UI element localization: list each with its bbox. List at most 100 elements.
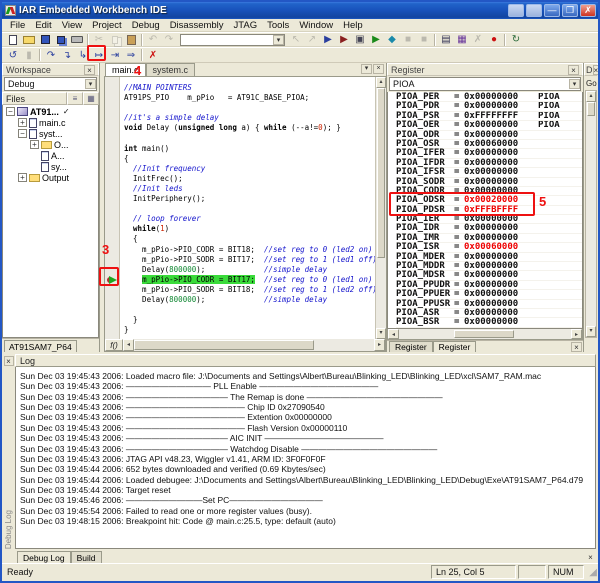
register-name: PIOA_MDDR	[396, 262, 454, 270]
menu-item-debug[interactable]: Debug	[127, 20, 165, 31]
debug-without-downloading-icon[interactable]: ↻	[508, 33, 524, 46]
log-tab-debug-log[interactable]: Debug Log	[17, 551, 71, 563]
menu-item-help[interactable]: Help	[338, 20, 368, 31]
chevron-down-icon[interactable]: ▾	[569, 79, 580, 89]
status-column-icon[interactable]: ▦	[83, 92, 99, 105]
tree-expander-icon[interactable]: +	[18, 118, 27, 127]
scroll-right-icon[interactable]: ▸	[374, 339, 385, 351]
toggle-breakpoint-icon[interactable]: ●	[486, 33, 502, 46]
scrollbar-thumb[interactable]	[134, 340, 314, 350]
step-into-icon[interactable]: ↴	[59, 49, 75, 62]
editor-vertical-scrollbar[interactable]: ▴ ▾	[375, 77, 386, 339]
project-tab[interactable]: AT91SAM7_P64	[4, 340, 77, 352]
tree-expander-icon[interactable]: −	[18, 129, 27, 138]
editor-tab-system-c[interactable]: system.c	[146, 63, 196, 76]
tree-item-output[interactable]: +Output	[3, 172, 98, 183]
log-output[interactable]: Sun Dec 03 19:45:43 2006: Loaded macro f…	[15, 367, 596, 549]
menu-item-project[interactable]: Project	[87, 20, 127, 31]
source-browser-icon[interactable]: ▤	[438, 33, 454, 46]
breakpoint-gutter[interactable]	[105, 77, 120, 339]
tree-item-o-[interactable]: +O...	[3, 139, 98, 150]
tab-scroll-dropdown-icon[interactable]: ▾	[361, 64, 372, 74]
toolbar-search-combo[interactable]: ▾	[180, 34, 285, 46]
close-icon[interactable]: ✗	[580, 4, 596, 17]
run-to-cursor-icon[interactable]: ⇥	[107, 49, 123, 62]
title-bar[interactable]: IAR Embedded Workbench IDE — ❒ ✗	[2, 2, 598, 19]
new-document-icon[interactable]	[5, 33, 21, 46]
open-file-icon[interactable]	[21, 33, 37, 46]
function-list-button[interactable]: f()	[105, 339, 123, 351]
scroll-left-icon[interactable]: ◂	[388, 329, 399, 339]
tree-item-sy-[interactable]: sy...	[3, 161, 98, 172]
tree-expander-icon[interactable]: +	[30, 140, 39, 149]
log-close-icon[interactable]: ×	[4, 356, 14, 366]
register-close-icon[interactable]: ×	[568, 65, 579, 75]
editor-horizontal-scrollbar[interactable]: f() ◂ ▸	[104, 339, 386, 352]
configuration-select[interactable]: Debug ▾	[4, 77, 97, 91]
register-name: PIOA_ODR	[396, 131, 454, 139]
make-icon[interactable]: ◆	[384, 33, 400, 46]
scroll-right-icon[interactable]: ▸	[571, 329, 582, 339]
stop-debugging-icon[interactable]: ✗	[145, 49, 161, 62]
paste-icon[interactable]	[123, 33, 139, 46]
workspace-panel-title: Workspace	[6, 65, 84, 75]
annotation-number-3: 3	[102, 242, 109, 257]
register-group-select[interactable]: PIOA ▾	[389, 77, 581, 91]
workspace-window-icon[interactable]: ▦	[454, 33, 470, 46]
reset-icon[interactable]: ↺	[5, 49, 21, 62]
maximize-icon[interactable]: ❒	[562, 4, 578, 17]
scroll-up-icon[interactable]: ▴	[586, 91, 596, 102]
chevron-down-icon[interactable]: ▾	[85, 79, 96, 89]
register-horizontal-scrollbar[interactable]: ◂ ▸	[387, 329, 583, 340]
next-bookmark-icon[interactable]: ▶	[336, 33, 352, 46]
scrollbar-thumb[interactable]	[454, 330, 514, 338]
scroll-left-icon[interactable]: ◂	[123, 339, 134, 351]
menu-item-jtag[interactable]: JTAG	[229, 20, 263, 31]
sliver-scrollbar[interactable]: ▴ ▾	[585, 90, 597, 338]
menu-item-tools[interactable]: Tools	[262, 20, 294, 31]
register-row-pioa_bsr[interactable]: PIOA_BSR=0x00000000	[396, 318, 582, 327]
tree-item-at91-[interactable]: −AT91...✓	[3, 106, 98, 117]
menu-item-edit[interactable]: Edit	[30, 20, 56, 31]
window-controls: — ❒ ✗	[508, 4, 596, 17]
sliver-close-icon[interactable]: ×	[593, 65, 599, 75]
find-in-files-icon[interactable]: ▣	[352, 33, 368, 46]
chevron-down-icon[interactable]: ▾	[273, 35, 284, 45]
save-all-icon[interactable]	[53, 33, 69, 46]
log-tabs-close-icon[interactable]: ×	[585, 553, 596, 563]
register-tab-1[interactable]: Register	[389, 341, 433, 352]
register-tab-2[interactable]: Register	[433, 341, 477, 352]
tree-expander-icon[interactable]: −	[6, 107, 15, 116]
extra-window-button-2[interactable]	[526, 4, 542, 17]
menu-item-disassembly[interactable]: Disassembly	[165, 20, 229, 31]
toggle-bookmark-icon[interactable]: ▶	[320, 33, 336, 46]
tree-item-main-c[interactable]: +main.c	[3, 117, 98, 128]
tree-item-syst-[interactable]: −syst...	[3, 128, 98, 139]
scroll-down-icon[interactable]: ▾	[586, 326, 596, 337]
tree-item-a-[interactable]: A...	[3, 150, 98, 161]
tab-close-icon[interactable]: ×	[373, 64, 384, 74]
register-tabs-close-icon[interactable]: ×	[571, 342, 582, 352]
scroll-down-icon[interactable]: ▾	[376, 328, 386, 339]
step-over-icon[interactable]: ↷	[43, 49, 59, 62]
scrollbar-thumb[interactable]	[377, 88, 385, 258]
code-line	[124, 133, 375, 143]
menu-item-view[interactable]: View	[57, 20, 87, 31]
resize-grip[interactable]: ◢	[584, 567, 597, 578]
tree-expander-icon[interactable]: +	[18, 173, 27, 182]
sort-column-icon[interactable]: ≡	[67, 92, 83, 105]
scrollbar-thumb[interactable]	[587, 102, 595, 116]
compile-icon[interactable]: ▶	[368, 33, 384, 46]
minimize-icon[interactable]: —	[544, 4, 560, 17]
menu-item-file[interactable]: File	[5, 20, 30, 31]
files-header-label[interactable]: Files	[2, 92, 67, 105]
workspace-close-icon[interactable]: ×	[84, 65, 95, 75]
scroll-up-icon[interactable]: ▴	[376, 77, 386, 88]
print-icon[interactable]	[69, 33, 85, 46]
save-icon[interactable]	[37, 33, 53, 46]
code-area[interactable]: //MAIN POINTERSAT91PS_PIO m_pPio = AT91C…	[120, 77, 375, 339]
menu-item-window[interactable]: Window	[294, 20, 338, 31]
log-tab-build[interactable]: Build	[71, 551, 102, 563]
extra-window-button-1[interactable]	[508, 4, 524, 17]
go-icon[interactable]: ⇒	[123, 49, 139, 62]
